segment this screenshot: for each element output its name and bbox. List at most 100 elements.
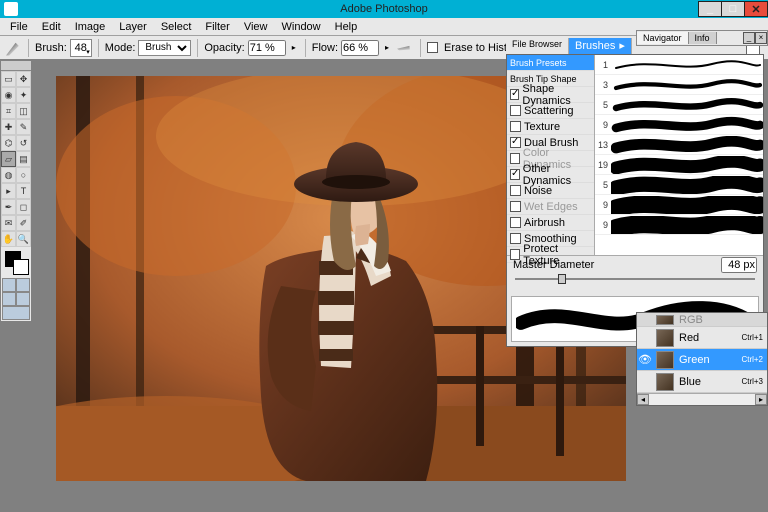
brush-option-wet-edges[interactable]: Wet Edges xyxy=(507,199,594,215)
mode-select[interactable]: Brush xyxy=(138,40,191,56)
screen-mode-2[interactable] xyxy=(16,292,30,306)
brush-preset-row[interactable]: 3 xyxy=(595,75,763,95)
quickmask-mode-button[interactable] xyxy=(16,278,30,292)
tab-navigator[interactable]: Navigator xyxy=(637,32,689,44)
pen-tool[interactable]: ✒ xyxy=(1,199,16,215)
channel-row-green[interactable]: 👁GreenCtrl+2 xyxy=(637,349,767,371)
menu-layer[interactable]: Layer xyxy=(113,20,153,34)
checkbox-icon[interactable] xyxy=(510,201,521,212)
brush-tool[interactable]: ✎ xyxy=(16,119,31,135)
channel-thumbnail xyxy=(656,373,674,391)
menu-file[interactable]: File xyxy=(4,20,34,34)
airbrush-button[interactable] xyxy=(398,40,414,56)
eraser-tool-icon xyxy=(6,40,22,56)
channels-panel: RGB RedCtrl+1👁GreenCtrl+2BlueCtrl+3 ◂▸ xyxy=(636,312,768,406)
menu-view[interactable]: View xyxy=(238,20,274,34)
channel-thumbnail xyxy=(656,351,674,369)
app-title: Adobe Photoshop xyxy=(340,3,427,15)
panel-close-button[interactable]: × xyxy=(755,32,767,44)
brush-stroke-list[interactable]: 13591319599 xyxy=(595,55,763,255)
checkbox-icon[interactable] xyxy=(510,105,521,116)
checkbox-icon[interactable] xyxy=(510,169,520,180)
tab-file-browser[interactable]: File Browser xyxy=(506,38,569,54)
checkbox-icon[interactable] xyxy=(510,185,521,196)
panel-minimize-button[interactable]: _ xyxy=(743,32,755,44)
crop-tool[interactable]: ⌗ xyxy=(1,103,16,119)
checkbox-icon[interactable] xyxy=(510,233,521,244)
notes-tool[interactable]: ✉ xyxy=(1,215,16,231)
close-button[interactable]: ✕ xyxy=(744,1,768,17)
brush-option-texture[interactable]: Texture xyxy=(507,119,594,135)
brush-presets-header[interactable]: Brush Presets xyxy=(507,55,594,71)
heal-tool[interactable]: ✚ xyxy=(1,119,16,135)
flow-input[interactable] xyxy=(341,40,379,56)
brush-preset-picker[interactable]: 48 xyxy=(70,39,92,57)
visibility-icon[interactable]: 👁 xyxy=(637,353,653,366)
blur-tool[interactable]: ◍ xyxy=(1,167,16,183)
erase-history-checkbox[interactable] xyxy=(427,42,438,53)
menu-window[interactable]: Window xyxy=(276,20,327,34)
gradient-tool[interactable]: ▤ xyxy=(16,151,31,167)
path-tool[interactable]: ▸ xyxy=(1,183,16,199)
brush-preset-row[interactable]: 1 xyxy=(595,55,763,75)
opacity-label: Opacity: xyxy=(204,42,244,54)
brush-preset-row[interactable]: 13 xyxy=(595,135,763,155)
channel-row-blue[interactable]: BlueCtrl+3 xyxy=(637,371,767,393)
color-swatches[interactable] xyxy=(1,247,31,277)
brush-preset-row[interactable]: 9 xyxy=(595,195,763,215)
tab-brushes[interactable]: Brushes▸ xyxy=(569,38,632,54)
menu-help[interactable]: Help xyxy=(329,20,364,34)
brush-option-airbrush[interactable]: Airbrush xyxy=(507,215,594,231)
dodge-tool[interactable]: ○ xyxy=(16,167,31,183)
move-tool[interactable]: ✥ xyxy=(16,71,31,87)
brush-preset-row[interactable]: 5 xyxy=(595,95,763,115)
eyedropper-tool[interactable]: ✐ xyxy=(16,215,31,231)
opacity-flyout-icon[interactable]: ▸ xyxy=(289,43,299,53)
eraser-tool[interactable]: ▱ xyxy=(1,151,16,167)
channel-row-red[interactable]: RedCtrl+1 xyxy=(637,327,767,349)
panel-scrollbar[interactable]: ◂▸ xyxy=(637,393,767,405)
app-icon xyxy=(4,2,18,16)
background-swatch[interactable] xyxy=(13,259,29,275)
wand-tool[interactable]: ✦ xyxy=(16,87,31,103)
checkbox-icon[interactable] xyxy=(510,249,520,260)
brush-label: Brush: xyxy=(35,42,67,54)
brush-preset-row[interactable]: 9 xyxy=(595,215,763,235)
channel-thumbnail xyxy=(656,329,674,347)
minimize-button[interactable]: _ xyxy=(698,1,722,17)
brush-preset-row[interactable]: 19 xyxy=(595,155,763,175)
brush-preset-row[interactable]: 9 xyxy=(595,115,763,135)
checkbox-icon[interactable] xyxy=(510,137,521,148)
marquee-tool[interactable]: ▭ xyxy=(1,71,16,87)
standard-mode-button[interactable] xyxy=(2,278,16,292)
checkbox-icon[interactable] xyxy=(510,217,521,228)
screen-mode-1[interactable] xyxy=(2,292,16,306)
menu-filter[interactable]: Filter xyxy=(199,20,235,34)
tab-info[interactable]: Info xyxy=(689,32,717,44)
history-brush-tool[interactable]: ↺ xyxy=(16,135,31,151)
toolbox-grip[interactable] xyxy=(1,61,31,71)
type-tool[interactable]: T xyxy=(16,183,31,199)
checkbox-icon[interactable] xyxy=(510,121,521,132)
brush-preset-row[interactable]: 5 xyxy=(595,175,763,195)
brushes-panel: Brush Presets Brush Tip Shape Shape Dyna… xyxy=(506,54,764,347)
diameter-input[interactable] xyxy=(721,257,757,273)
diameter-slider[interactable] xyxy=(507,278,763,292)
maximize-button[interactable]: □ xyxy=(721,1,745,17)
shape-tool[interactable]: ◻ xyxy=(16,199,31,215)
flow-flyout-icon[interactable]: ▸ xyxy=(382,43,392,53)
lasso-tool[interactable]: ◉ xyxy=(1,87,16,103)
hand-tool[interactable]: ✋ xyxy=(1,231,16,247)
checkbox-icon[interactable] xyxy=(510,89,519,100)
opacity-input[interactable] xyxy=(248,40,286,56)
slice-tool[interactable]: ◫ xyxy=(16,103,31,119)
brush-option-other-dynamics[interactable]: Other Dynamics xyxy=(507,167,594,183)
jump-to-button[interactable] xyxy=(2,306,30,320)
brush-option-shape-dynamics[interactable]: Shape Dynamics xyxy=(507,87,594,103)
zoom-tool[interactable]: 🔍 xyxy=(16,231,31,247)
menu-edit[interactable]: Edit xyxy=(36,20,67,34)
menu-select[interactable]: Select xyxy=(155,20,198,34)
stamp-tool[interactable]: ⌬ xyxy=(1,135,16,151)
menu-image[interactable]: Image xyxy=(69,20,112,34)
checkbox-icon[interactable] xyxy=(510,153,520,164)
